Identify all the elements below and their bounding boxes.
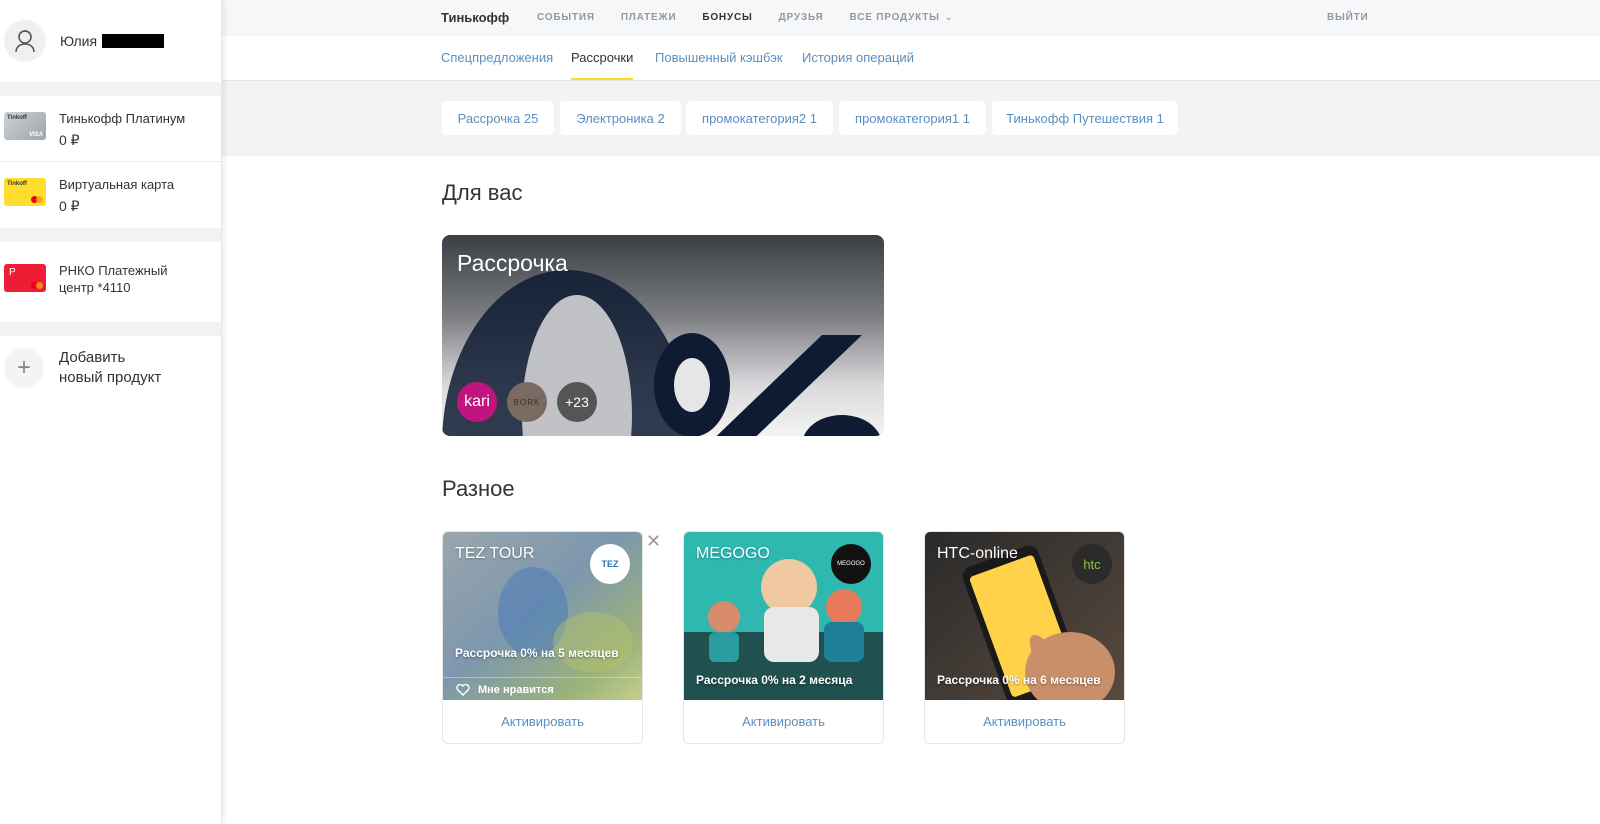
card-brand-text: Tinkoff bbox=[7, 181, 27, 187]
product-balance: 0 ₽ bbox=[59, 198, 80, 214]
tab-cashback[interactable]: Повышенный кэшбэк bbox=[655, 50, 783, 78]
user-name: Юлия bbox=[60, 33, 165, 49]
card-rnko-icon: P bbox=[4, 264, 46, 292]
category-filter-bar: Рассрочка 25 Электроника 2 промокатегори… bbox=[222, 81, 1600, 156]
main-menu: СОБЫТИЯ ПЛАТЕЖИ БОНУСЫ ДРУЗЬЯ ВСЕ ПРОДУК… bbox=[537, 12, 953, 23]
chip-installment[interactable]: Рассрочка 25 bbox=[442, 101, 554, 135]
product-tinkoff-platinum[interactable]: Tinkoff VISA Тинькофф Платинум 0 ₽ bbox=[0, 96, 221, 162]
like-label: Мне нравится bbox=[478, 684, 554, 696]
offer-title: MEGOGO bbox=[696, 545, 770, 562]
megogo-logo: MEGOGO bbox=[831, 544, 871, 584]
installment-hero-card[interactable]: Рассрочка kari BORK +23 bbox=[442, 235, 884, 436]
card-p-letter: P bbox=[9, 267, 16, 278]
kari-logo: kari bbox=[457, 382, 497, 422]
hero-title: Рассрочка bbox=[457, 250, 568, 276]
product-name: Тинькофф Платинум bbox=[59, 111, 186, 126]
logout-button[interactable]: ВЫЙТИ bbox=[1327, 12, 1369, 23]
brand-logo[interactable]: Тинькофф bbox=[441, 10, 509, 25]
product-virtual-card[interactable]: Tinkoff Виртуальная карта 0 ₽ bbox=[0, 162, 221, 228]
chip-electronics[interactable]: Электроника 2 bbox=[560, 101, 681, 135]
like-button[interactable]: Мне нравится bbox=[443, 677, 642, 702]
visa-logo: VISA bbox=[28, 132, 43, 138]
card-platinum-icon: Tinkoff VISA bbox=[4, 112, 46, 140]
tab-installments[interactable]: Рассрочки bbox=[571, 50, 634, 80]
chip-promo2[interactable]: промокатегория2 1 bbox=[686, 101, 833, 135]
close-icon[interactable]: ✕ bbox=[646, 531, 661, 552]
tab-history[interactable]: История операций bbox=[802, 50, 914, 78]
sub-tabs: Спецпредложения Рассрочки Повышенный кэш… bbox=[222, 36, 1600, 81]
user-first-name: Юлия bbox=[60, 33, 98, 49]
offer-card-megogo[interactable]: MEGOGO MEGOGO Рассрочка 0% на 2 месяца А… bbox=[683, 531, 884, 744]
add-product-line1: Добавить bbox=[59, 349, 126, 366]
product-rnko[interactable]: P РНКО Платежный центр *4110 bbox=[0, 242, 221, 322]
activate-button[interactable]: Активировать bbox=[443, 700, 642, 743]
tab-special-offers[interactable]: Спецпредложения bbox=[441, 50, 553, 78]
offer-title: HTC-online bbox=[937, 545, 1018, 562]
divider bbox=[0, 82, 221, 96]
chip-travel[interactable]: Тинькофф Путешествия 1 bbox=[992, 101, 1178, 135]
tez-tour-logo: TEZ bbox=[590, 544, 630, 584]
user-profile[interactable]: Юлия bbox=[0, 0, 221, 82]
offer-card-htc[interactable]: HTC-online htc Рассрочка 0% на 6 месяцев… bbox=[924, 531, 1125, 744]
add-product-button[interactable]: + Добавить новый продукт bbox=[0, 336, 221, 388]
nav-all-products[interactable]: ВСЕ ПРОДУКТЫ ⌄ bbox=[850, 12, 954, 23]
divider bbox=[0, 228, 221, 242]
product-name-line2: центр *4110 bbox=[59, 280, 131, 295]
nav-all-products-label: ВСЕ ПРОДУКТЫ bbox=[849, 12, 940, 23]
product-name-line1: РНКО Платежный bbox=[59, 263, 168, 278]
section-title-misc: Разное bbox=[442, 476, 515, 501]
product-name: Виртуальная карта bbox=[59, 177, 175, 192]
divider bbox=[0, 322, 221, 336]
offer-description: Рассрочка 0% на 6 месяцев bbox=[937, 673, 1101, 687]
chip-promo1[interactable]: промокатегория1 1 bbox=[839, 101, 986, 135]
card-virtual-icon: Tinkoff bbox=[4, 178, 46, 206]
add-product-line2: новый продукт bbox=[59, 369, 162, 386]
nav-friends[interactable]: ДРУЗЬЯ bbox=[779, 12, 824, 23]
nav-bonuses[interactable]: БОНУСЫ bbox=[702, 12, 752, 23]
chevron-down-icon: ⌄ bbox=[944, 12, 954, 22]
nav-events[interactable]: СОБЫТИЯ bbox=[537, 12, 595, 23]
section-title-for-you: Для вас bbox=[442, 180, 523, 205]
mastercard-icon bbox=[31, 282, 43, 289]
activate-button[interactable]: Активировать bbox=[925, 700, 1124, 743]
offer-title: TEZ TOUR bbox=[455, 545, 535, 562]
user-icon bbox=[15, 30, 35, 53]
offer-description: Рассрочка 0% на 2 месяца bbox=[696, 673, 853, 687]
htc-logo: htc bbox=[1072, 544, 1112, 584]
heart-icon bbox=[456, 684, 470, 696]
plus-icon: + bbox=[4, 348, 44, 388]
top-nav: Тинькофф СОБЫТИЯ ПЛАТЕЖИ БОНУСЫ ДРУЗЬЯ В… bbox=[222, 0, 1600, 36]
redacted-surname bbox=[102, 34, 165, 48]
card-brand-text: Tinkoff bbox=[7, 115, 27, 121]
nav-payments[interactable]: ПЛАТЕЖИ bbox=[621, 12, 677, 23]
product-balance: 0 ₽ bbox=[59, 132, 80, 148]
avatar[interactable] bbox=[4, 20, 46, 62]
activate-button[interactable]: Активировать bbox=[684, 700, 883, 743]
offer-card-tez-tour[interactable]: TEZ TOUR TEZ Рассрочка 0% на 5 месяцев М… bbox=[442, 531, 643, 744]
offer-description: Рассрочка 0% на 5 месяцев bbox=[455, 646, 619, 660]
more-partners-badge: +23 bbox=[557, 382, 597, 422]
mastercard-icon bbox=[31, 196, 43, 203]
sidebar: Юлия Tinkoff VISA Тинькофф Платинум 0 ₽ … bbox=[0, 0, 222, 824]
bork-logo: BORK bbox=[507, 382, 547, 422]
